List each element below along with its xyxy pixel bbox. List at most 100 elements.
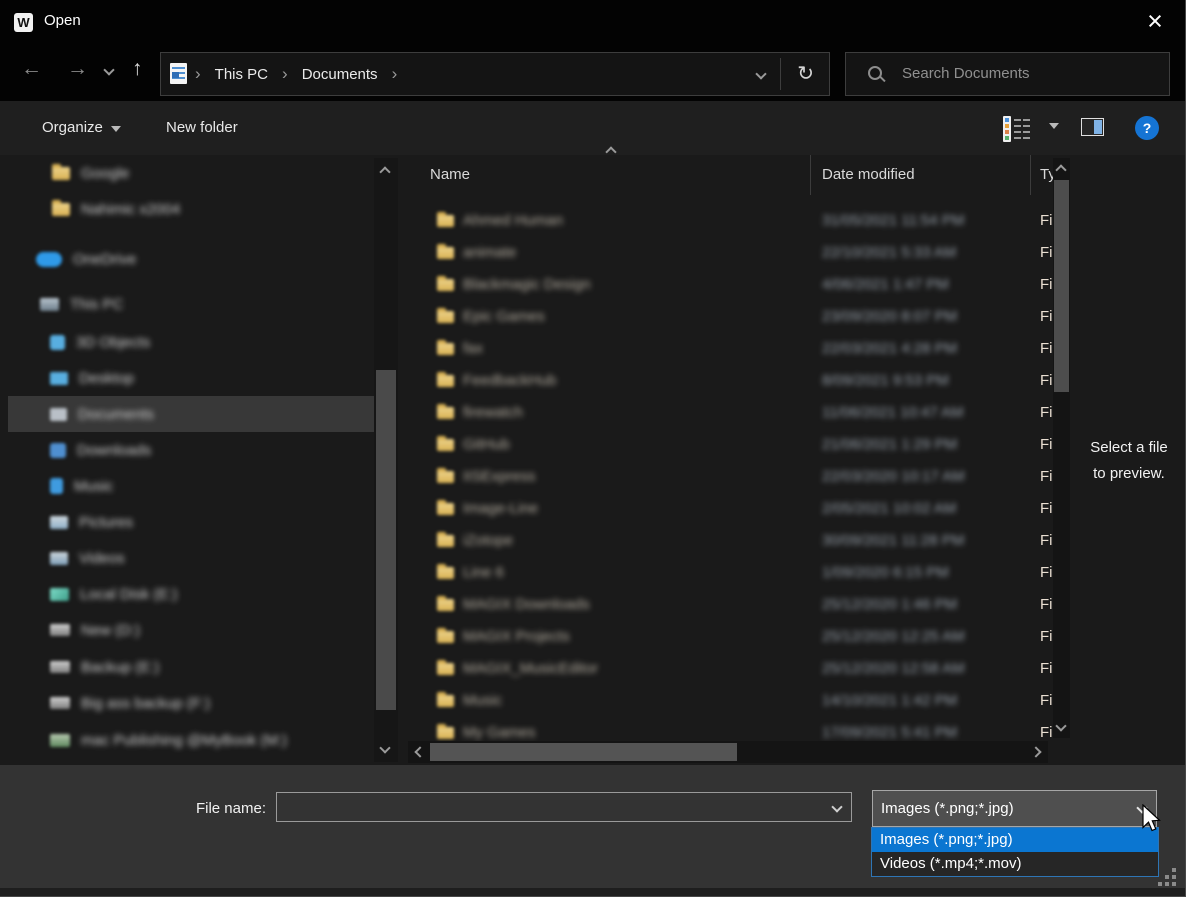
scroll-down-icon[interactable] (1055, 720, 1066, 731)
vertical-scrollbar-thumb[interactable] (1054, 180, 1069, 392)
up-arrow-icon[interactable]: ↑ (132, 57, 143, 81)
file-row[interactable]: Line 6 1/09/2020 6:15 PM File folder (408, 557, 1072, 589)
horizontal-scrollbar-thumb[interactable] (430, 743, 737, 761)
sidebar-item[interactable]: Downloads (8, 432, 374, 468)
file-row[interactable]: IISExpress 22/03/2020 10:17 AM File fold… (408, 461, 1072, 493)
file-row[interactable]: fax 22/03/2021 4:28 PM File folder (408, 333, 1072, 365)
search-box[interactable]: Search Documents (845, 52, 1170, 96)
breadcrumb-documents[interactable]: Documents (302, 66, 378, 83)
sidebar-item[interactable]: Desktop (8, 360, 374, 396)
dialog-title: Open (44, 12, 81, 29)
scroll-up-icon[interactable] (1055, 164, 1066, 175)
desktop-icon (50, 372, 68, 385)
new-folder-button[interactable]: New folder (166, 119, 238, 136)
sidebar-scrollbar-thumb[interactable] (376, 370, 396, 710)
views-chevron-icon[interactable] (1049, 123, 1059, 129)
preview-pane-icon[interactable] (1081, 118, 1104, 136)
scroll-right-icon[interactable] (1030, 746, 1041, 757)
file-row[interactable]: GitHub 21/06/2021 1:29 PM File folder (408, 429, 1072, 461)
column-divider[interactable] (1030, 155, 1031, 195)
file-row[interactable]: My Games 17/09/2021 5:41 PM File folder (408, 717, 1072, 741)
sidebar-item[interactable]: Local Disk (E:) (8, 576, 374, 612)
column-divider[interactable] (810, 155, 811, 195)
scroll-left-icon[interactable] (414, 746, 425, 757)
sidebar-item[interactable]: Nahimic x2004 (8, 191, 374, 227)
sidebar-item[interactable]: This PC (8, 286, 374, 322)
address-bar-row: ← → ↑ › This PC › Documents › ↻ Search D… (0, 45, 1185, 101)
file-row[interactable]: MAGIX Downloads 25/12/2020 1:46 PM File … (408, 589, 1072, 621)
file-row[interactable]: Music 14/10/2021 1:42 PM File folder (408, 685, 1072, 717)
file-row-name: MAGIX Projects (463, 628, 570, 645)
sidebar-item[interactable]: New (D:) (8, 612, 374, 648)
music-icon (50, 478, 63, 494)
sidebar-item[interactable]: Google (8, 155, 374, 191)
file-row-name: MAGIX Downloads (463, 596, 590, 613)
folder-icon (437, 503, 454, 515)
folder-icon (437, 567, 454, 579)
sidebar-item-label: Nahimic x2004 (81, 201, 180, 218)
sidebar-item[interactable]: Pictures (8, 504, 374, 540)
scroll-down-icon[interactable] (379, 742, 390, 753)
address-divider (780, 58, 781, 90)
file-row[interactable]: Ahmed Human 31/05/2021 11:54 PM File fol… (408, 205, 1072, 237)
column-header-date-modified[interactable]: Date modified (822, 166, 915, 183)
word-app-icon: W (14, 13, 33, 32)
resize-grip-icon[interactable] (1158, 866, 1182, 890)
file-row-type: File folder (1040, 308, 1053, 325)
recent-locations-chevron-icon[interactable] (103, 64, 114, 75)
file-list-vertical-scrollbar[interactable] (1053, 158, 1070, 738)
scroll-up-icon[interactable] (379, 166, 390, 177)
address-box[interactable]: › This PC › Documents › ↻ (160, 52, 830, 96)
close-icon[interactable]: × (1135, 3, 1175, 41)
sidebar-scrollbar[interactable] (374, 158, 398, 762)
file-row-date: 2/05/2021 10:02 AM (822, 500, 956, 517)
sidebar-item[interactable]: Documents (8, 396, 374, 432)
file-row[interactable]: Epic Games 23/09/2020 8:07 PM File folde… (408, 301, 1072, 333)
file-row[interactable]: firewatch 11/06/2021 10:47 AM File folde… (408, 397, 1072, 429)
file-type-option[interactable]: Images (*.png;*.jpg) (872, 828, 1158, 852)
file-row[interactable]: animate 22/10/2021 5:33 AM File folder (408, 237, 1072, 269)
file-row[interactable]: MAGIX Projects 25/12/2020 12:25 AM File … (408, 621, 1072, 653)
help-icon[interactable]: ? (1135, 116, 1159, 140)
file-row-name: Music (463, 692, 502, 709)
back-arrow-icon[interactable]: ← (21, 57, 42, 81)
search-placeholder: Search Documents (902, 65, 1030, 82)
footer-bar: File name: Images (*.png;*.jpg) Images (… (0, 765, 1185, 888)
address-dropdown-chevron-icon[interactable] (755, 68, 766, 79)
file-name-input[interactable] (276, 792, 852, 822)
sidebar-item[interactable]: Music (8, 468, 374, 504)
sidebar-item-label: Music (74, 478, 113, 495)
sidebar-item[interactable]: Videos (8, 540, 374, 576)
folder-icon (437, 535, 454, 547)
location-document-icon (170, 63, 187, 84)
column-header-name[interactable]: Name (430, 166, 470, 183)
refresh-icon[interactable]: ↻ (797, 61, 814, 86)
breadcrumb-chevron-icon: › (392, 64, 398, 84)
file-list-horizontal-scrollbar[interactable] (408, 741, 1048, 763)
sidebar-item[interactable]: OneDrive (8, 241, 374, 277)
file-row-date: 22/10/2021 5:33 AM (822, 244, 956, 261)
sidebar-item-label: OneDrive (73, 251, 136, 268)
file-row[interactable]: Image-Line 2/05/2021 10:02 AM File folde… (408, 493, 1072, 525)
sidebar-item[interactable]: Backup (E:) (8, 649, 374, 685)
breadcrumb-this-pc[interactable]: This PC (215, 66, 268, 83)
file-type-option[interactable]: Videos (*.mp4;*.mov) (872, 852, 1158, 876)
forward-arrow-icon[interactable]: → (67, 57, 88, 81)
file-row-type: File folder (1040, 468, 1053, 485)
sidebar-item[interactable]: Big ass backup (F:) (8, 685, 374, 721)
sidebar-item-label: Google (81, 165, 129, 182)
file-row[interactable]: MAGIX_MusicEditor 25/12/2020 12:58 AM Fi… (408, 653, 1072, 685)
file-row[interactable]: iZotope 30/09/2021 11:28 PM File folder (408, 525, 1072, 557)
file-name-chevron-icon[interactable] (831, 801, 842, 812)
drive-icon (50, 697, 70, 709)
file-row[interactable]: Blackmagic Design 4/06/2021 1:47 PM File… (408, 269, 1072, 301)
file-type-select[interactable]: Images (*.png;*.jpg) (872, 790, 1157, 827)
sidebar-item[interactable]: mac Publishing @MyBook (M:) (8, 722, 374, 758)
column-header-type[interactable]: Type (1040, 166, 1053, 183)
views-icon[interactable] (1003, 116, 1033, 142)
sidebar-item[interactable]: 3D Objects (8, 324, 374, 360)
organize-button[interactable]: Organize (42, 119, 121, 136)
file-row[interactable]: FeedbackHub 8/09/2021 9:53 PM File folde… (408, 365, 1072, 397)
file-row-date: 30/09/2021 11:28 PM (822, 532, 964, 549)
file-row-name: animate (463, 244, 516, 261)
